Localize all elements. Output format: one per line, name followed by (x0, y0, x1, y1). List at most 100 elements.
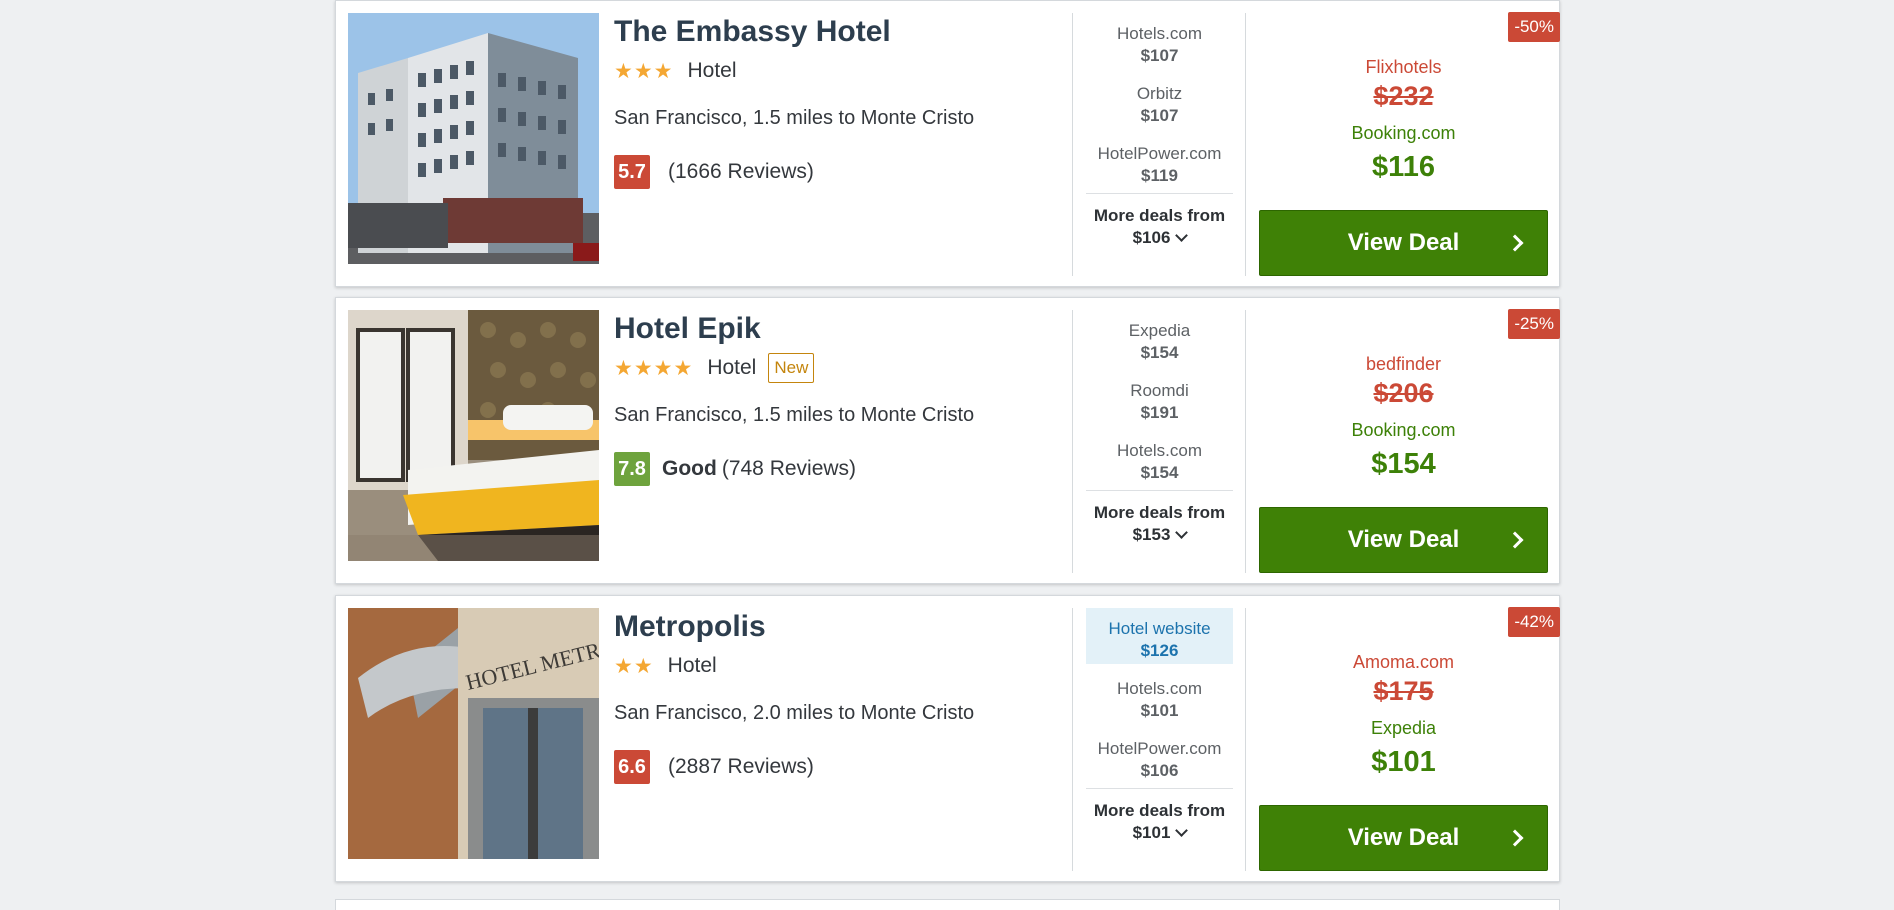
divider (1072, 310, 1073, 573)
offers-list: Expedia $154 Roomdi $191 Hotels.com $154… (1086, 310, 1233, 546)
offer-provider: Expedia (1128, 321, 1191, 340)
star-rating-icon: ★★ (614, 654, 654, 678)
deal-provider: Booking.com (1351, 420, 1456, 440)
hotel-card: HOTEL METROP Metropolis ★★ Hotel San Fra… (335, 595, 1560, 882)
offer-item[interactable]: Hotels.com $107 (1086, 13, 1233, 69)
hotel-photo[interactable] (348, 310, 599, 561)
more-deals-button[interactable]: More deals from $153 (1086, 490, 1233, 546)
rating-row[interactable]: 7.8 Good (748 Reviews) (614, 452, 1064, 486)
offer-price: $106 (1140, 761, 1179, 780)
discount-badge: -50% (1508, 12, 1560, 42)
hotel-type: Hotel (687, 59, 737, 82)
offers-list: Hotel website $126 Hotels.com $101 Hotel… (1086, 608, 1233, 844)
score-badge: 6.6 (614, 750, 650, 784)
offer-price: $107 (1140, 46, 1179, 65)
deal-provider: Booking.com (1351, 123, 1456, 143)
review-count[interactable]: (1666 Reviews) (668, 160, 814, 184)
offer-provider: HotelPower.com (1097, 144, 1222, 163)
deal-price: $154 (1371, 448, 1436, 480)
old-price: $206 (1373, 378, 1434, 408)
more-deals-button[interactable]: More deals from $106 (1086, 193, 1233, 249)
old-provider: Flixhotels (1365, 57, 1442, 77)
review-count[interactable]: (748 Reviews) (722, 457, 856, 481)
review-count[interactable]: (2887 Reviews) (668, 755, 814, 779)
chevron-down-icon (1175, 526, 1189, 539)
discount-badge: -42% (1508, 607, 1560, 637)
deal-panel: -42% Amoma.com $175 Expedia $101 View De… (1259, 607, 1560, 871)
deal-price: $101 (1371, 746, 1436, 778)
offer-item-highlighted[interactable]: Hotel website $126 (1086, 608, 1233, 664)
score-badge: 5.7 (614, 155, 650, 189)
offer-item[interactable]: HotelPower.com $119 (1086, 133, 1233, 189)
old-price: $175 (1373, 676, 1434, 706)
hotel-type: Hotel (667, 654, 717, 677)
hotel-location: San Francisco, 1.5 miles to Monte Cristo (614, 404, 975, 426)
chevron-right-icon (1506, 829, 1524, 847)
hotel-card: The Embassy Hotel ★★★ Hotel San Francisc… (335, 0, 1560, 287)
hotel-name[interactable]: The Embassy Hotel (614, 13, 1064, 51)
offer-item[interactable]: HotelPower.com $106 (1086, 728, 1233, 784)
view-deal-label: View Deal (1347, 824, 1460, 851)
more-deals-label: More deals from (1093, 801, 1226, 820)
more-deals-button[interactable]: More deals from $101 (1086, 788, 1233, 844)
offer-price: $154 (1140, 463, 1179, 482)
view-deal-label: View Deal (1347, 229, 1460, 256)
deal-price: $116 (1372, 151, 1435, 183)
score-badge: 7.8 (614, 452, 650, 486)
old-price: $232 (1373, 81, 1434, 111)
hotel-name[interactable]: Hotel Epik (614, 310, 1064, 348)
old-provider: Amoma.com (1352, 652, 1455, 672)
old-provider: bedfinder (1365, 354, 1442, 374)
divider (1072, 608, 1073, 871)
more-deals-label: More deals from (1093, 503, 1226, 522)
new-badge: New (768, 353, 815, 383)
offers-list: Hotels.com $107 Orbitz $107 HotelPower.c… (1086, 13, 1233, 249)
more-deals-price: $106 (1132, 228, 1171, 247)
deal-panel: -25% bedfinder $206 Booking.com $154 Vie… (1259, 309, 1560, 573)
discount-badge: -25% (1508, 309, 1560, 339)
offer-item[interactable]: Orbitz $107 (1086, 73, 1233, 129)
offer-item[interactable]: Hotels.com $154 (1086, 430, 1233, 486)
offer-price: $101 (1140, 701, 1179, 720)
star-rating-icon: ★★★★ (614, 356, 694, 380)
offer-price: $126 (1140, 641, 1179, 660)
more-deals-price: $101 (1132, 823, 1171, 842)
offer-provider: Hotels.com (1116, 24, 1203, 43)
divider (1072, 13, 1073, 276)
chevron-right-icon (1506, 234, 1524, 252)
rating-row[interactable]: 6.6 (2887 Reviews) (614, 750, 1064, 784)
more-deals-label: More deals from (1093, 206, 1226, 225)
offer-provider: Hotels.com (1116, 679, 1203, 698)
hotel-card-partial (335, 899, 1560, 910)
divider (1245, 310, 1246, 573)
view-deal-label: View Deal (1347, 526, 1460, 553)
hotel-card: Hotel Epik ★★★★ Hotel New San Francisco,… (335, 297, 1560, 584)
hotel-name[interactable]: Metropolis (614, 608, 1064, 646)
offer-price: $191 (1140, 403, 1179, 422)
hotel-photo[interactable] (348, 13, 599, 264)
offer-price: $119 (1141, 166, 1178, 185)
hotel-type: Hotel (707, 356, 757, 379)
offer-provider: Roomdi (1130, 381, 1189, 400)
view-deal-button[interactable]: View Deal (1259, 507, 1548, 573)
hotel-location: San Francisco, 2.0 miles to Monte Cristo (614, 702, 975, 724)
view-deal-button[interactable]: View Deal (1259, 805, 1548, 871)
offer-price: $154 (1140, 343, 1179, 362)
hotel-location: San Francisco, 1.5 miles to Monte Cristo (614, 107, 975, 129)
divider (1245, 608, 1246, 871)
deal-provider: Expedia (1370, 718, 1437, 738)
deal-panel: -50% Flixhotels $232 Booking.com $116 Vi… (1259, 12, 1560, 276)
offer-item[interactable]: Expedia $154 (1086, 310, 1233, 366)
score-label: Good (662, 457, 717, 480)
rating-row[interactable]: 5.7 (1666 Reviews) (614, 155, 1064, 189)
offer-item[interactable]: Hotels.com $101 (1086, 668, 1233, 724)
star-rating-icon: ★★★ (614, 59, 674, 83)
offer-provider: HotelPower.com (1097, 739, 1222, 758)
chevron-right-icon (1506, 531, 1524, 549)
offer-price: $107 (1140, 106, 1179, 125)
hotel-photo[interactable]: HOTEL METROP (348, 608, 599, 859)
view-deal-button[interactable]: View Deal (1259, 210, 1548, 276)
divider (1245, 13, 1246, 276)
offer-provider: Hotels.com (1116, 441, 1203, 460)
offer-item[interactable]: Roomdi $191 (1086, 370, 1233, 426)
